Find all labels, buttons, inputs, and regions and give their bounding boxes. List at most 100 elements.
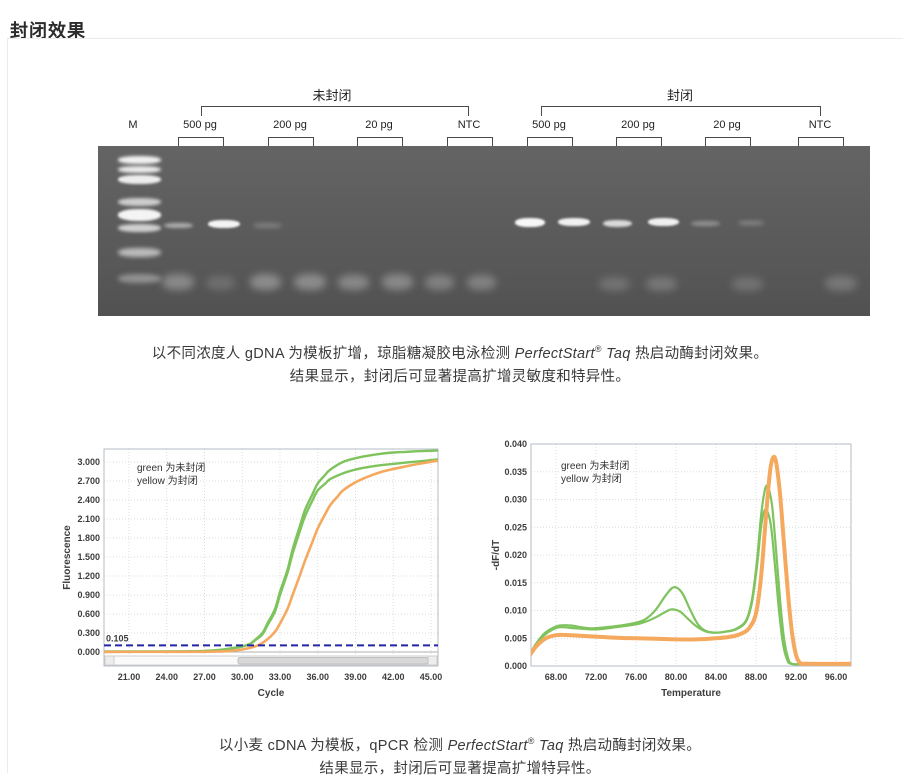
gel-sample-band bbox=[253, 223, 282, 228]
legend-line: yellow 为封闭 bbox=[561, 472, 622, 485]
gel-dimer-blob bbox=[206, 276, 235, 290]
gel-lane-label: 20 pg bbox=[689, 119, 765, 131]
gel-lane-label: M bbox=[95, 119, 171, 131]
gel-lane-bracket bbox=[447, 137, 493, 146]
y-axis-title: Fluorescence bbox=[62, 525, 73, 590]
svg-text:96.00: 96.00 bbox=[825, 672, 848, 682]
svg-text:0.000: 0.000 bbox=[504, 661, 527, 671]
svg-text:0.035: 0.035 bbox=[504, 467, 527, 477]
svg-text:2.100: 2.100 bbox=[77, 514, 100, 524]
gel-dimer-blob bbox=[825, 276, 857, 291]
gel-caption-line1: 以不同浓度人 gDNA 为模板扩增，琼脂糖凝胶电泳检测 PerfectStart… bbox=[16, 338, 903, 366]
melt-curve-chart: 68.0072.0076.0080.0084.0088.0092.0096.00… bbox=[489, 438, 889, 715]
svg-text:1.200: 1.200 bbox=[77, 571, 100, 581]
svg-text:88.00: 88.00 bbox=[745, 672, 768, 682]
svg-text:0.030: 0.030 bbox=[504, 495, 527, 505]
series-blocked bbox=[530, 457, 850, 664]
gel-lane-bracket bbox=[798, 137, 844, 146]
gel-dimer-blob bbox=[599, 277, 630, 291]
gel-image bbox=[98, 146, 870, 316]
svg-text:2.400: 2.400 bbox=[77, 495, 100, 505]
threshold-label: 0.105 bbox=[106, 633, 129, 643]
gel-lane-bracket bbox=[268, 137, 314, 146]
svg-text:0.020: 0.020 bbox=[504, 550, 527, 560]
gel-ladder-band bbox=[118, 274, 161, 283]
amplification-chart: 0.10521.0024.0027.0030.0033.0036.0039.00… bbox=[61, 438, 453, 715]
gel-lane-label: 200 pg bbox=[252, 119, 328, 131]
gel-sample-band bbox=[558, 218, 590, 226]
svg-text:1.800: 1.800 bbox=[77, 533, 100, 543]
gel-group-bracket bbox=[541, 106, 821, 116]
svg-text:92.00: 92.00 bbox=[785, 672, 808, 682]
melt-curve-svg: 68.0072.0076.0080.0084.0088.0092.0096.00… bbox=[489, 438, 889, 710]
qpcr-caption-line2: 结果显示，封闭后可显著提高扩增特异性。 bbox=[16, 758, 903, 781]
svg-text:1.500: 1.500 bbox=[77, 552, 100, 562]
gel-group-label: 封闭 bbox=[635, 85, 725, 104]
gel-ladder-band bbox=[118, 224, 161, 232]
gel-lane-label: 500 pg bbox=[511, 119, 587, 131]
gel-ladder-band bbox=[118, 248, 161, 257]
series-blocked bbox=[104, 461, 438, 652]
svg-text:33.00: 33.00 bbox=[269, 672, 292, 682]
svg-text:80.00: 80.00 bbox=[665, 672, 688, 682]
gel-dimer-blob bbox=[646, 277, 677, 291]
gel-ladder-band bbox=[118, 198, 161, 206]
svg-text:0.000: 0.000 bbox=[77, 647, 100, 657]
gel-ladder-band bbox=[118, 166, 161, 173]
gel-ladder-band bbox=[118, 156, 161, 164]
svg-text:42.00: 42.00 bbox=[382, 672, 405, 682]
svg-text:0.900: 0.900 bbox=[77, 590, 100, 600]
svg-text:3.000: 3.000 bbox=[77, 457, 100, 467]
gel-sample-band bbox=[648, 218, 679, 226]
gel-dimer-blob bbox=[162, 274, 194, 290]
qpcr-amplification-svg: 0.10521.0024.0027.0030.0033.0036.0039.00… bbox=[61, 438, 453, 710]
gel-lane-bracket bbox=[527, 137, 573, 146]
gel-caption-line2: 结果显示，封闭后可显著提高扩增灵敏度和特异性。 bbox=[16, 366, 903, 389]
gel-group-bracket bbox=[201, 106, 469, 116]
gel-lane-bracket bbox=[616, 137, 662, 146]
content-panel: 未封闭封闭M500 pg200 pg20 pgNTC500 pg200 pg20… bbox=[7, 38, 903, 773]
svg-text:72.00: 72.00 bbox=[585, 672, 608, 682]
svg-text:30.00: 30.00 bbox=[231, 672, 254, 682]
svg-text:24.00: 24.00 bbox=[155, 672, 178, 682]
gel-sample-band bbox=[164, 223, 193, 228]
gel-caption: 以不同浓度人 gDNA 为模板扩增，琼脂糖凝胶电泳检测 PerfectStart… bbox=[16, 338, 903, 389]
gel-group-label: 未封闭 bbox=[287, 85, 377, 104]
svg-text:0.040: 0.040 bbox=[504, 439, 527, 449]
svg-text:76.00: 76.00 bbox=[625, 672, 648, 682]
gel-dimer-blob bbox=[732, 277, 763, 291]
gel-sample-band bbox=[515, 218, 545, 227]
svg-text:0.025: 0.025 bbox=[504, 522, 527, 532]
series-unblocked-rep2 bbox=[104, 460, 438, 652]
svg-text:27.00: 27.00 bbox=[193, 672, 216, 682]
svg-text:0.005: 0.005 bbox=[504, 633, 527, 643]
y-axis-title: -dF/dT bbox=[491, 540, 502, 571]
svg-text:21.00: 21.00 bbox=[118, 672, 141, 682]
svg-text:45.00: 45.00 bbox=[420, 672, 443, 682]
chart-scrollbar-thumb[interactable] bbox=[238, 658, 428, 665]
svg-text:39.00: 39.00 bbox=[344, 672, 367, 682]
svg-text:0.600: 0.600 bbox=[77, 609, 100, 619]
gel-lane-label: NTC bbox=[782, 119, 858, 131]
gel-sample-band bbox=[208, 220, 240, 228]
svg-text:68.00: 68.00 bbox=[545, 672, 568, 682]
legend-line: yellow 为封闭 bbox=[137, 474, 198, 487]
gel-lane-label: 500 pg bbox=[162, 119, 238, 131]
gel-dimer-blob bbox=[425, 275, 454, 290]
legend-line: green 为未封闭 bbox=[561, 459, 629, 472]
svg-text:2.700: 2.700 bbox=[77, 476, 100, 486]
gel-ladder-band bbox=[118, 175, 161, 184]
gel-lane-label: NTC bbox=[431, 119, 507, 131]
x-axis-title: Cycle bbox=[258, 688, 285, 699]
qpcr-caption-line1: 以小麦 cDNA 为模板，qPCR 检测 PerfectStart® Taq 热… bbox=[16, 730, 903, 758]
gel-ladder-band bbox=[118, 209, 161, 221]
svg-text:0.015: 0.015 bbox=[504, 578, 527, 588]
gel-lane-bracket bbox=[357, 137, 403, 146]
legend-line: green 为未封闭 bbox=[137, 461, 205, 474]
gel-lane-bracket bbox=[178, 137, 224, 146]
gel-dimer-blob bbox=[294, 274, 326, 290]
gel-lane-label: 200 pg bbox=[600, 119, 676, 131]
gel-dimer-blob bbox=[382, 274, 413, 290]
gel-dimer-blob bbox=[338, 275, 369, 290]
gel-sample-band bbox=[603, 220, 632, 227]
